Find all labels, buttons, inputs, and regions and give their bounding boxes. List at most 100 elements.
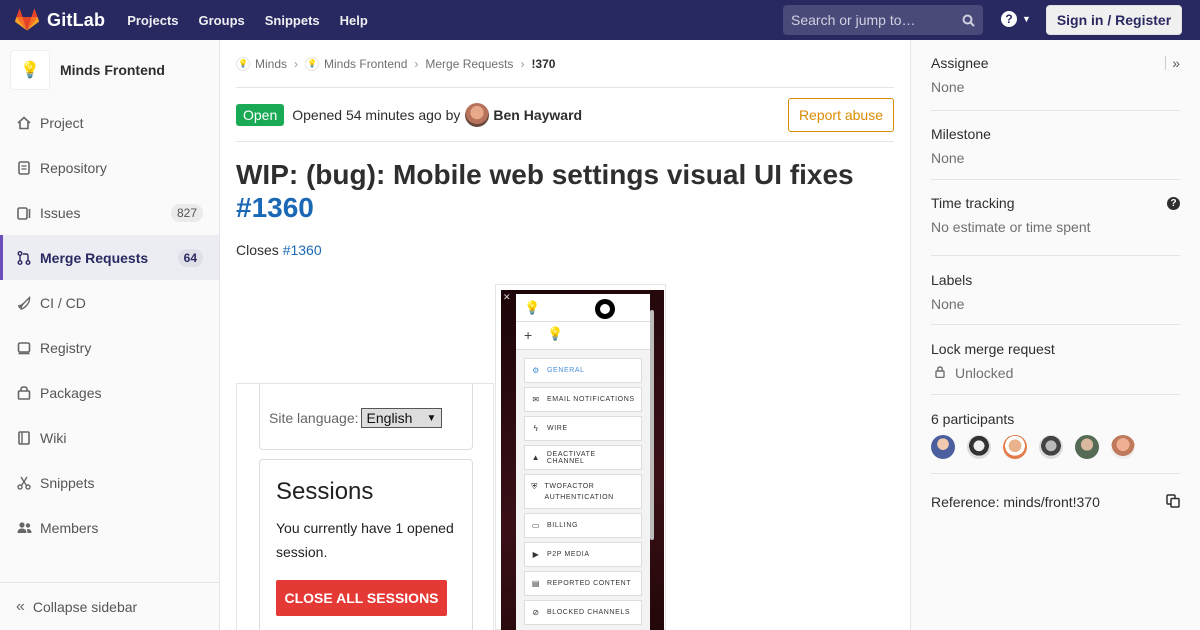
language-row: Site language: English ▼: [269, 408, 443, 428]
lightbulb-icon: 💡: [236, 56, 250, 71]
menu-item-label: EMAIL NOTIFICATIONS: [547, 396, 635, 403]
mobile-settings-menu: ⚙ GENERAL ✉ EMAIL NOTIFICATIONS ϟ WIRE ▲ DEA…: [516, 350, 650, 625]
nav-snippets[interactable]: Snippets: [265, 13, 320, 28]
play-icon: ▶: [532, 550, 540, 559]
menu-item-label: WIRE: [547, 425, 568, 432]
plus-icon: +: [524, 327, 533, 343]
avatar[interactable]: [1111, 435, 1135, 459]
sidebar-item-packages[interactable]: Packages: [0, 370, 219, 415]
avatar[interactable]: [1003, 435, 1027, 459]
breadcrumb-item-minds-frontend[interactable]: 💡 Minds Frontend: [305, 56, 407, 71]
report-abuse-button[interactable]: Report abuse: [787, 98, 894, 132]
sidebar-item-snippets[interactable]: Snippets: [0, 460, 219, 505]
lightbulb-icon: 💡: [20, 62, 40, 79]
sidebar-item-repository[interactable]: Repository: [0, 145, 219, 190]
author-avatar[interactable]: [465, 102, 490, 127]
sidebar-item-ci-cd[interactable]: CI / CD: [0, 280, 219, 325]
sidebar-item-merge-requests[interactable]: Merge Requests 64: [0, 235, 219, 280]
shield-icon: ⛨: [531, 482, 539, 491]
warning-icon: ▲: [531, 453, 541, 462]
status-badge: Open: [236, 103, 285, 126]
nav-projects[interactable]: Projects: [127, 13, 178, 28]
menu-item-blocked: ⊘ BLOCKED CHANNELS: [524, 600, 642, 625]
sidebar-item-label: Members: [40, 519, 99, 536]
menu-item-label: BLOCKED CHANNELS: [547, 609, 631, 616]
nav-help[interactable]: Help: [340, 13, 368, 28]
lightbulb-icon: 💡: [305, 56, 320, 71]
menu-item-label: GENERAL: [547, 367, 585, 374]
lock-block: Lock merge request Unlocked: [931, 325, 1180, 395]
time-tracking-block: Time tracking No estimate or time spent …: [931, 180, 1180, 256]
sessions-text: You currently have 1 opened session.: [276, 520, 454, 560]
avatar[interactable]: [967, 435, 991, 459]
users-icon: [16, 520, 32, 536]
menu-item-deactivate: ▲ DEACTIVATE CHANNEL: [524, 445, 642, 470]
time-tracking-title: Time tracking: [931, 195, 1015, 211]
sidebar-item-registry[interactable]: Registry: [0, 325, 219, 370]
closes-issue-link[interactable]: #1360: [283, 242, 322, 258]
sidebar-item-label: CI / CD: [40, 294, 86, 311]
search-icon: [962, 14, 975, 27]
sidebar-item-label: Issues: [40, 204, 81, 221]
participants-title: 6 participants: [931, 411, 1015, 427]
double-chevron-right-icon: »: [1172, 55, 1180, 71]
sidebar-item-project[interactable]: Project: [0, 100, 219, 145]
menu-item-email: ✉ EMAIL NOTIFICATIONS: [524, 387, 642, 412]
collapse-right-sidebar-button[interactable]: »: [1165, 55, 1180, 71]
milestone-title: Milestone: [931, 126, 991, 142]
issues-count-badge: 827: [170, 204, 203, 222]
avatar[interactable]: [1039, 435, 1063, 459]
time-tracking-value: No estimate or time spent: [931, 219, 1091, 235]
issues-icon: [16, 205, 32, 221]
breadcrumb-current[interactable]: !370: [531, 57, 555, 71]
lightbulb-icon: 💡: [547, 326, 564, 341]
menu-item-label: P2P MEDIA: [547, 551, 590, 558]
gear-icon: ⚙: [532, 366, 540, 375]
brand-name: GitLab: [47, 9, 106, 30]
avatar[interactable]: [931, 435, 955, 459]
mr-status-row: Open Opened 54 minutes ago by Ben Haywar…: [236, 88, 894, 142]
avatar[interactable]: [1075, 435, 1099, 459]
assignee-value: None: [931, 79, 965, 95]
collapse-sidebar-button[interactable]: « Collapse sidebar: [0, 582, 219, 630]
sidebar-item-label: Repository: [40, 159, 107, 176]
author-name[interactable]: Ben Hayward: [493, 107, 582, 123]
help-dropdown[interactable]: ? ▼: [1001, 11, 1031, 27]
chevron-down-icon: ▼: [1022, 14, 1031, 24]
rocket-icon: [16, 295, 32, 311]
lightbulb-icon: 💡: [524, 300, 541, 315]
top-navbar: GitLab Projects Groups Snippets Help Sea…: [0, 0, 1200, 40]
sidebar-item-label: Snippets: [40, 474, 95, 491]
menu-item-p2p-media: ▶ P2P MEDIA: [524, 542, 642, 567]
breadcrumb-item-minds[interactable]: 💡 Minds: [236, 56, 287, 71]
sign-in-button[interactable]: Sign in / Register: [1046, 5, 1182, 35]
mobile-header: 💡: [516, 294, 650, 322]
sidebar-item-issues[interactable]: Issues 827: [0, 190, 219, 235]
project-avatar: 💡: [10, 50, 50, 90]
gitlab-home-link[interactable]: GitLab: [15, 9, 105, 31]
lock-status: Unlocked: [931, 365, 1180, 381]
nav-groups[interactable]: Groups: [199, 13, 245, 28]
copy-icon[interactable]: [1166, 494, 1180, 508]
merge-requests-count-badge: 64: [177, 249, 203, 267]
sidebar-item-label: Wiki: [40, 429, 67, 446]
question-icon[interactable]: ?: [1167, 197, 1180, 210]
breadcrumb-item-merge-requests[interactable]: Merge Requests: [425, 57, 513, 71]
sidebar-item-label: Merge Requests: [40, 249, 149, 266]
mr-title-issue-link[interactable]: #1360: [236, 192, 314, 223]
sidebar-item-label: Project: [40, 114, 84, 131]
sidebar-item-members[interactable]: Members: [0, 505, 219, 550]
assignee-block: Assignee None »: [931, 40, 1180, 111]
screenshot-settings-desktop[interactable]: Site language: English ▼ Sessions You cu…: [236, 383, 494, 630]
language-value: English: [366, 410, 413, 426]
disk-icon: [16, 340, 32, 356]
screenshot-settings-mobile[interactable]: ✕ 💡 + 💡 ⚙ GENERAL ✉ EMAIL NOTIFICATIONS ϟ W…: [495, 284, 666, 630]
search-input[interactable]: Search or jump to…: [783, 5, 983, 35]
close-all-sessions-button: CLOSE ALL SESSIONS: [276, 580, 447, 616]
sidebar-item-label: Packages: [40, 384, 102, 401]
sidebar-item-wiki[interactable]: Wiki: [0, 415, 219, 460]
menu-item-twofactor: ⛨ TWOFACTOR AUTHENTICATION: [524, 474, 642, 509]
chevron-right-icon: ›: [414, 56, 419, 71]
page-title: WIP: (bug): Mobile web settings visual U…: [236, 158, 894, 224]
project-header[interactable]: 💡 Minds Frontend: [0, 40, 219, 100]
